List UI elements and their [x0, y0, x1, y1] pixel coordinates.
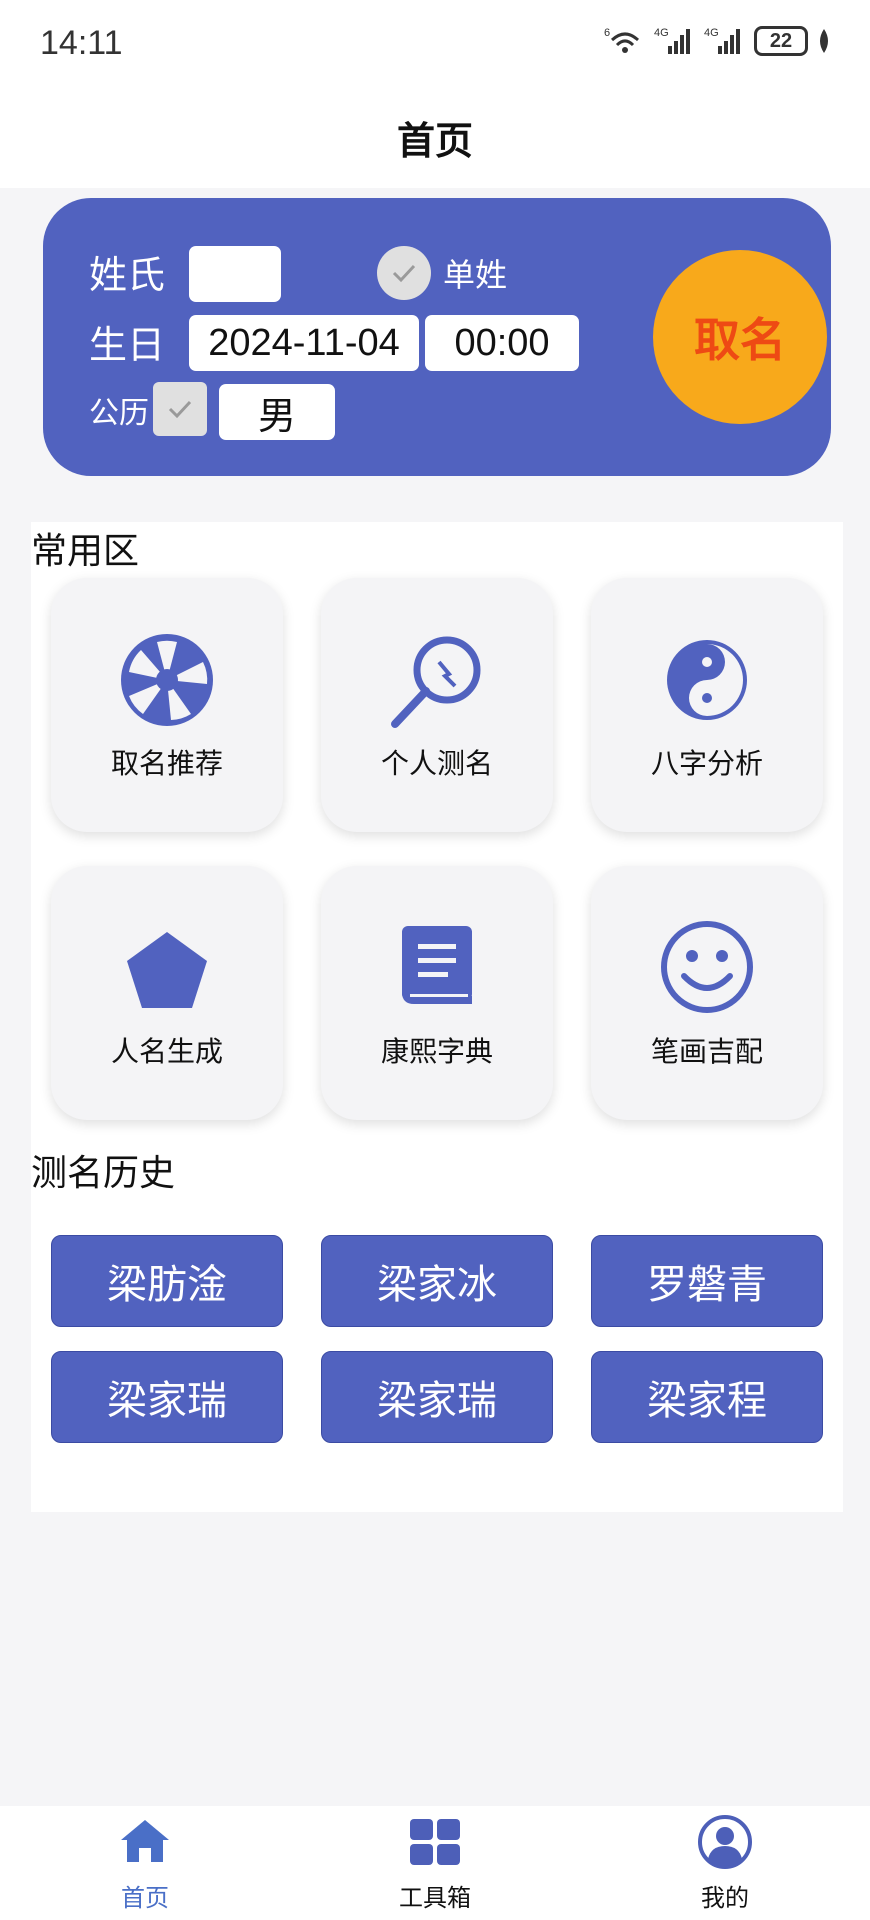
- single-surname-label: 单姓: [443, 256, 508, 294]
- tile-label: 笔画吉配: [650, 1035, 763, 1068]
- check-icon: [168, 400, 192, 419]
- history-item[interactable]: 梁家瑞: [51, 1351, 283, 1443]
- profile-icon: [698, 1815, 752, 1869]
- page-title: 首页: [396, 119, 473, 163]
- gender-select[interactable]: 男: [219, 384, 335, 440]
- history-item[interactable]: 梁肪淦: [51, 1235, 283, 1327]
- signal-icon: 4G: [704, 27, 740, 54]
- svg-text:4G: 4G: [654, 27, 669, 39]
- status-bar: 14:11 6 4G 4G 22: [0, 0, 870, 90]
- tab-home[interactable]: 首页: [85, 1806, 205, 1920]
- history-item[interactable]: 梁家程: [591, 1351, 823, 1443]
- pentagon-icon: [127, 932, 207, 1008]
- smiley-icon: [661, 921, 753, 1013]
- history-item[interactable]: 罗磐青: [591, 1235, 823, 1327]
- tile-kangxi-dictionary[interactable]: 康熙字典: [321, 866, 553, 1120]
- time-field[interactable]: 00:00: [425, 315, 579, 371]
- naming-form-card: 姓氏 单姓 生日 2024-11-04 00:00 公历 男 取名: [43, 198, 831, 476]
- tab-toolbox[interactable]: 工具箱: [375, 1806, 495, 1920]
- tile-label: 个人测名: [380, 747, 493, 780]
- signal-icon: 4G: [654, 27, 690, 54]
- tile-label: 人名生成: [110, 1035, 223, 1068]
- birthday-label: 生日: [89, 323, 166, 367]
- yin-yang-icon: [667, 640, 747, 720]
- tile-stroke-match[interactable]: 笔画吉配: [591, 866, 823, 1120]
- date-field[interactable]: 2024-11-04: [189, 315, 419, 371]
- surname-input[interactable]: [189, 246, 281, 302]
- tile-label: 取名推荐: [110, 747, 223, 780]
- check-icon: [392, 264, 416, 283]
- leaf-icon: [820, 29, 828, 53]
- tile-name-generate[interactable]: 人名生成: [51, 866, 283, 1120]
- tile-name-recommend[interactable]: 取名推荐: [51, 578, 283, 832]
- tile-personal-test[interactable]: 个人测名: [321, 578, 553, 832]
- lunar-calendar-checkbox[interactable]: [153, 382, 207, 436]
- tab-label: 首页: [121, 1884, 169, 1912]
- history-item[interactable]: 梁家冰: [321, 1235, 553, 1327]
- tile-label: 康熙字典: [380, 1035, 493, 1068]
- magnifier-icon: [391, 636, 481, 728]
- single-surname-checkbox[interactable]: [377, 246, 431, 300]
- tab-label: 工具箱: [399, 1884, 471, 1912]
- calendar-label: 公历: [89, 396, 149, 431]
- surname-label: 姓氏: [89, 253, 166, 297]
- battery-icon: 22: [754, 26, 808, 56]
- status-time: 14:11: [40, 24, 123, 62]
- generate-name-button[interactable]: 取名: [653, 250, 827, 424]
- book-icon: [402, 926, 472, 1004]
- wheel-icon: [121, 634, 213, 726]
- tab-label: 我的: [701, 1884, 749, 1912]
- nav-bar: 首页: [0, 90, 870, 188]
- svg-text:4G: 4G: [704, 27, 719, 39]
- grid-icon: [410, 1819, 460, 1865]
- history-section-title: 测名历史: [31, 1153, 176, 1194]
- bottom-tab-bar: 首页 工具箱 我的: [0, 1806, 870, 1920]
- tile-bazi-analysis[interactable]: 八字分析: [591, 578, 823, 832]
- home-icon: [121, 1820, 169, 1862]
- tab-profile[interactable]: 我的: [665, 1806, 785, 1920]
- tile-label: 八字分析: [650, 747, 763, 780]
- status-icons: 6 4G 4G 22: [604, 26, 832, 56]
- svg-text:6: 6: [604, 27, 610, 39]
- common-section-title: 常用区: [31, 531, 140, 572]
- wifi-icon: 6: [604, 27, 640, 53]
- history-item[interactable]: 梁家瑞: [321, 1351, 553, 1443]
